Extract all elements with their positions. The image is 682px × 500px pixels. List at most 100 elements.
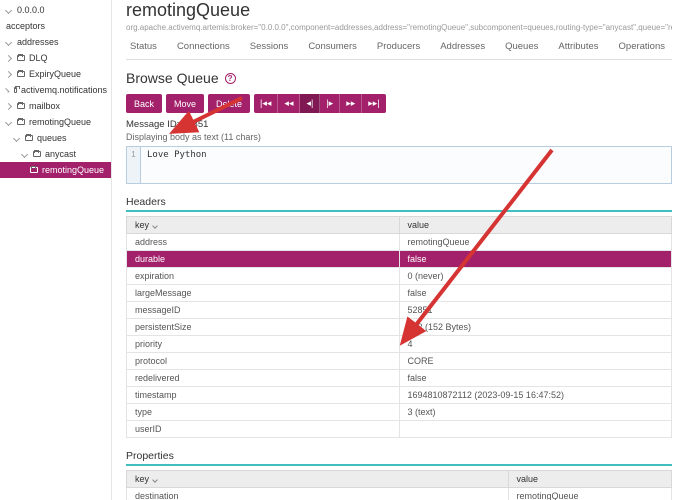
tree-item-addresses[interactable]: addresses	[0, 34, 111, 50]
back-button[interactable]: Back	[126, 94, 162, 113]
headers-title: Headers	[126, 196, 672, 208]
key-cell: priority	[127, 336, 400, 353]
tab-consumers[interactable]: Consumers	[304, 39, 361, 59]
table-row[interactable]: userID	[127, 421, 672, 438]
folder-icon	[14, 87, 17, 93]
tree-item-root[interactable]: 0.0.0.0	[0, 2, 111, 18]
table-row[interactable]: addressremotingQueue	[127, 234, 672, 251]
folder-icon	[17, 55, 25, 61]
table-row[interactable]: priority4	[127, 336, 672, 353]
key-cell: durable	[127, 251, 400, 268]
value-cell: remotingQueue	[399, 234, 672, 251]
value-cell: CORE	[399, 353, 672, 370]
props-divider	[126, 464, 672, 466]
key-cell: largeMessage	[127, 285, 400, 302]
body-viewer: 1 Love Python	[126, 146, 672, 184]
tree-item-remoting-queue-active[interactable]: remotingQueue	[0, 162, 111, 178]
value-cell: 52851	[399, 302, 672, 319]
jmx-breadcrumb: org.apache.activemq.artemis:broker="0.0.…	[126, 23, 672, 33]
key-cell: expiration	[127, 268, 400, 285]
value-cell	[399, 421, 672, 438]
tab-attributes[interactable]: Attributes	[554, 39, 602, 59]
props-key-col[interactable]: key	[127, 471, 509, 488]
key-cell: destination	[127, 488, 509, 500]
page-title: remotingQueue	[126, 0, 672, 21]
move-button[interactable]: Move	[166, 94, 204, 113]
table-row[interactable]: largeMessagefalse	[127, 285, 672, 302]
key-cell: protocol	[127, 353, 400, 370]
value-cell: false	[399, 251, 672, 268]
tree-sidebar: 0.0.0.0 acceptors addresses DLQ ExpiryQu…	[0, 0, 112, 500]
key-cell: type	[127, 404, 400, 421]
tree-item-dlq[interactable]: DLQ	[0, 50, 111, 66]
table-row[interactable]: destinationremotingQueue	[127, 488, 672, 500]
help-icon[interactable]: ?	[225, 73, 236, 84]
folder-icon	[25, 135, 33, 141]
table-row[interactable]: type3 (text)	[127, 404, 672, 421]
key-cell: redelivered	[127, 370, 400, 387]
key-cell: persistentSize	[127, 319, 400, 336]
tab-producers[interactable]: Producers	[373, 39, 424, 59]
body-content: Love Python	[141, 147, 213, 183]
folder-icon	[17, 119, 25, 125]
browse-toolbar: Back Move Delete |◂◂ ◂◂ ◂| |▸ ▸▸ ▸▸|	[126, 94, 672, 113]
body-label: Displaying body as text (11 chars)	[126, 132, 672, 142]
rewind-icon: ◂◂	[284, 98, 293, 109]
tree-item-queues[interactable]: queues	[0, 130, 111, 146]
table-row[interactable]: protocolCORE	[127, 353, 672, 370]
table-row[interactable]: timestamp1694810872112 (2023-09-15 16:47…	[127, 387, 672, 404]
tab-operations[interactable]: Operations	[615, 39, 669, 59]
tree-item-notifications[interactable]: activemq.notifications	[0, 82, 111, 98]
tree-item-expiry[interactable]: ExpiryQueue	[0, 66, 111, 82]
props-title: Properties	[126, 450, 672, 462]
skip-first-icon: |◂◂	[260, 98, 271, 109]
folder-icon	[17, 103, 25, 109]
nav-button-group: |◂◂ ◂◂ ◂| |▸ ▸▸ ▸▸|	[254, 94, 386, 113]
message-id: Message ID: 52851	[126, 119, 672, 130]
sort-icon	[152, 477, 158, 483]
table-row[interactable]: durablefalse	[127, 251, 672, 268]
value-cell: 152 (152 Bytes)	[399, 319, 672, 336]
folder-icon	[33, 151, 41, 157]
key-cell: timestamp	[127, 387, 400, 404]
table-row[interactable]: expiration0 (never)	[127, 268, 672, 285]
step-back-icon: ◂|	[306, 98, 313, 109]
value-cell: 1694810872112 (2023-09-15 16:47:52)	[399, 387, 672, 404]
next-button[interactable]: ▸▸	[340, 94, 362, 113]
prev-button[interactable]: ◂◂	[278, 94, 300, 113]
last-button[interactable]: ▸▸|	[362, 94, 385, 113]
headers-divider	[126, 210, 672, 212]
folder-icon	[30, 167, 38, 173]
props-table: key value destinationremotingQueue	[126, 470, 672, 500]
tab-sessions[interactable]: Sessions	[246, 39, 293, 59]
tab-addresses[interactable]: Addresses	[436, 39, 489, 59]
folder-icon	[17, 71, 25, 77]
table-row[interactable]: messageID52851	[127, 302, 672, 319]
key-cell: userID	[127, 421, 400, 438]
tab-queues[interactable]: Queues	[501, 39, 542, 59]
value-cell: 3 (text)	[399, 404, 672, 421]
value-cell: remotingQueue	[508, 488, 672, 500]
tree-item-anycast[interactable]: anycast	[0, 146, 111, 162]
browse-title: Browse Queue ?	[126, 70, 672, 86]
value-cell: 0 (never)	[399, 268, 672, 285]
tree-item-remoting[interactable]: remotingQueue	[0, 114, 111, 130]
tree-item-acceptors[interactable]: acceptors	[0, 18, 111, 34]
value-cell: 4	[399, 336, 672, 353]
tree-item-mailbox[interactable]: mailbox	[0, 98, 111, 114]
tab-status[interactable]: Status	[126, 39, 161, 59]
headers-key-col[interactable]: key	[127, 217, 400, 234]
skip-last-icon: ▸▸|	[368, 98, 379, 109]
tab-connections[interactable]: Connections	[173, 39, 234, 59]
table-row[interactable]: redeliveredfalse	[127, 370, 672, 387]
headers-value-col[interactable]: value	[399, 217, 672, 234]
key-cell: messageID	[127, 302, 400, 319]
tab-bar: Status Connections Sessions Consumers Pr…	[126, 39, 672, 60]
props-value-col[interactable]: value	[508, 471, 672, 488]
table-row[interactable]: persistentSize152 (152 Bytes)	[127, 319, 672, 336]
first-button[interactable]: |◂◂	[254, 94, 278, 113]
step-fwd-icon: |▸	[326, 98, 333, 109]
step-back-button[interactable]: ◂|	[300, 94, 320, 113]
step-fwd-button[interactable]: |▸	[320, 94, 340, 113]
delete-button[interactable]: Delete	[208, 94, 250, 113]
